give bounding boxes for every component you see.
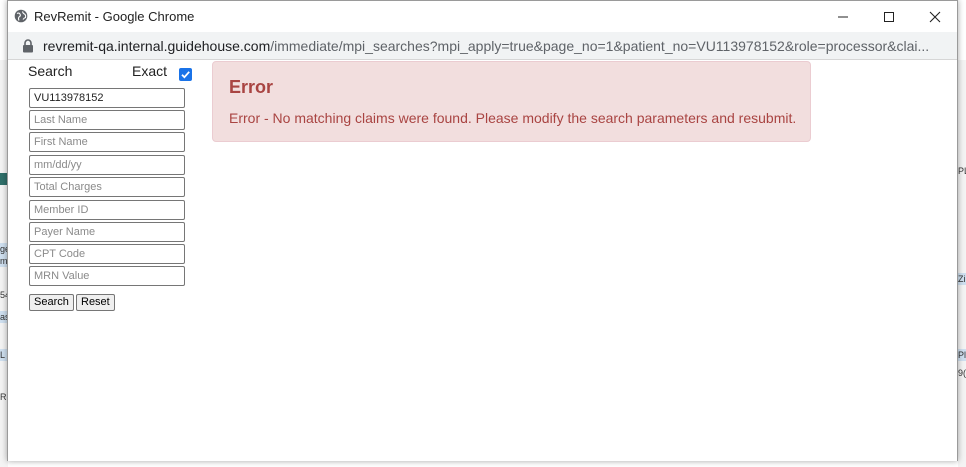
- background-fragment: Zi: [958, 273, 966, 285]
- payer-name-input[interactable]: [29, 222, 185, 242]
- checkmark-icon: [181, 71, 190, 79]
- url-host: revremit-qa.internal.guidehouse.com: [43, 38, 271, 54]
- title-bar[interactable]: RevRemit - Google Chrome: [8, 1, 957, 32]
- background-fragment: Pl: [958, 349, 966, 361]
- window-title: RevRemit - Google Chrome: [34, 9, 195, 24]
- total-charges-input[interactable]: [29, 177, 185, 197]
- close-icon: [929, 11, 941, 22]
- close-button[interactable]: [912, 1, 958, 32]
- cpt-code-input[interactable]: [29, 244, 185, 264]
- address-bar[interactable]: revremit-qa.internal.guidehouse.com/imme…: [8, 32, 957, 60]
- exact-label: Exact: [132, 63, 168, 79]
- globe-icon: [14, 9, 28, 23]
- alert-message: Error - No matching claims were found. P…: [229, 110, 797, 126]
- error-alert: Error Error - No matching claims were fo…: [212, 61, 811, 142]
- member-id-input[interactable]: [29, 200, 185, 220]
- last-name-input[interactable]: [29, 110, 185, 130]
- search-label: Search: [28, 63, 73, 79]
- lock-icon[interactable]: [22, 39, 34, 53]
- reset-button[interactable]: Reset: [76, 294, 115, 311]
- minimize-icon: [838, 16, 848, 17]
- url-text[interactable]: revremit-qa.internal.guidehouse.com/imme…: [43, 38, 948, 54]
- alert-title: Error: [229, 77, 274, 97]
- maximize-icon: [884, 11, 894, 22]
- date-input[interactable]: [29, 155, 185, 175]
- background-fragment: 9(: [958, 368, 966, 378]
- patient-number-input[interactable]: [29, 88, 185, 108]
- page-content: Search Exact Search Reset Error Error - …: [8, 60, 957, 461]
- url-path: /immediate/mpi_searches?mpi_apply=true&p…: [270, 38, 930, 54]
- exact-checkbox[interactable]: [179, 68, 192, 81]
- mrn-value-input[interactable]: [29, 266, 185, 286]
- minimize-button[interactable]: [820, 1, 866, 32]
- background-page-right: [958, 60, 966, 467]
- maximize-button[interactable]: [866, 1, 912, 32]
- chrome-popup-window: RevRemit - Google Chrome revremit-qa.int…: [7, 0, 958, 461]
- background-fragment: PL: [958, 166, 966, 176]
- first-name-input[interactable]: [29, 132, 185, 152]
- search-button[interactable]: Search: [29, 294, 74, 311]
